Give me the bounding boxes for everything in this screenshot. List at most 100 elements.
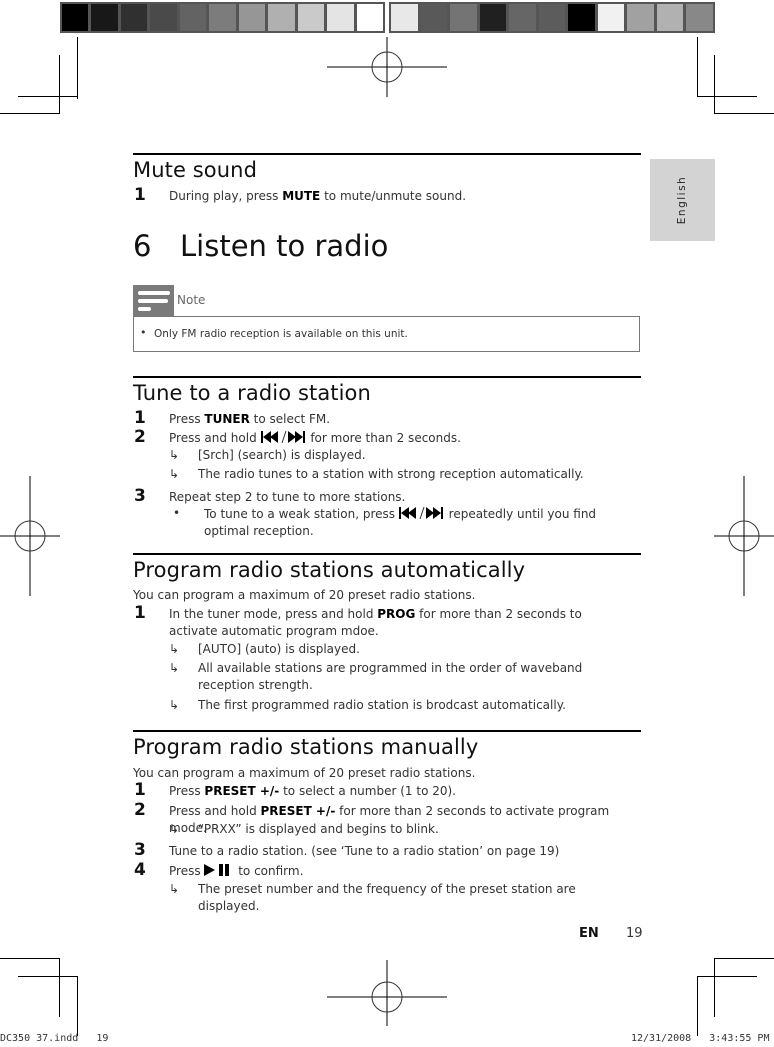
color-swatch [420, 4, 448, 31]
key-preset: PRESET +/- [260, 804, 336, 818]
color-swatch [686, 4, 714, 31]
step-number: 2 [134, 800, 146, 820]
note-label: Note [177, 293, 206, 307]
section-title-manual: Program radio stations manually [133, 735, 479, 759]
step-text: Press and hold for more than 2 seconds. [169, 431, 461, 445]
result-text: “PRXX” is displayed and begins to blink. [198, 822, 439, 836]
bullet: • [140, 326, 147, 339]
step-text: During play, press MUTE to mute/unmute s… [169, 189, 467, 203]
color-swatch [509, 4, 536, 31]
crop-mark [697, 96, 757, 97]
color-swatch [656, 4, 684, 31]
step-text: Press TUNER to select FM. [169, 412, 331, 426]
chapter-number: 6 [133, 229, 152, 263]
key-mute: MUTE [282, 189, 321, 203]
step-text: In the tuner mode, press and hold PROG f… [169, 607, 582, 638]
section-title-tune: Tune to a radio station [133, 381, 371, 405]
step-text: Tune to a radio station. (see ‘Tune to a… [169, 844, 560, 858]
bullet-text: To tune to a weak station, press repeate… [204, 507, 597, 538]
registration-mark-right [714, 476, 774, 596]
registration-mark-bottom [327, 960, 447, 1026]
color-swatch [209, 4, 236, 31]
result-arrow-icon: ↳ [169, 448, 180, 462]
page-number: 19 [626, 926, 643, 941]
result-text: The first programmed radio station is br… [198, 698, 566, 712]
section-title-mute: Mute sound [133, 158, 257, 182]
crop-mark [714, 55, 715, 114]
step-number: 3 [134, 486, 146, 506]
crop-mark [59, 55, 60, 114]
color-swatch [91, 4, 118, 31]
color-swatch [538, 4, 566, 31]
crop-mark [0, 113, 60, 114]
step-number: 3 [134, 840, 146, 860]
language-tab-label: English [676, 175, 688, 225]
slug-filename: DC350 37.indd 19 [0, 1033, 109, 1044]
crop-mark [714, 113, 774, 114]
section-intro: You can program a maximum of 20 preset r… [133, 588, 476, 602]
crop-mark [697, 976, 698, 1036]
result-text: All available stations are programmed in… [198, 661, 583, 692]
color-bar-left [60, 2, 385, 33]
step-text: Repeat step 2 to tune to more stations. [169, 490, 406, 504]
play-pause-icon [204, 864, 230, 876]
color-swatch [268, 4, 295, 31]
language-tab: English [650, 159, 715, 241]
registration-mark-top [327, 37, 447, 97]
color-swatch [568, 4, 595, 31]
result-arrow-icon: ↳ [169, 882, 180, 896]
color-swatch [356, 4, 383, 31]
color-bar-right [389, 2, 715, 33]
crop-mark [714, 958, 774, 959]
key-preset: PRESET +/- [204, 784, 280, 798]
step-text: Press to confirm. [169, 864, 304, 878]
step-number: 1 [134, 185, 146, 205]
section-rule [133, 730, 641, 732]
chapter-heading: 6 Listen to radio [133, 229, 388, 263]
crop-mark [18, 976, 78, 977]
crop-mark [77, 37, 78, 99]
color-swatch [327, 4, 354, 31]
color-swatch [179, 4, 207, 31]
note-box: • Only FM radio reception is available o… [133, 316, 640, 352]
footer-language: EN [579, 926, 599, 941]
color-swatch [627, 4, 654, 31]
crop-mark [77, 976, 78, 1036]
result-arrow-icon: ↳ [169, 822, 180, 836]
section-intro: You can program a maximum of 20 preset r… [133, 766, 476, 780]
crop-mark [0, 958, 60, 959]
step-number: 1 [134, 603, 146, 623]
step-number: 4 [134, 860, 146, 880]
color-swatch [479, 4, 507, 31]
step-text: Press PRESET +/- to select a number (1 t… [169, 784, 456, 798]
note-text: Only FM radio reception is available on … [154, 328, 408, 340]
result-text: The radio tunes to a station with strong… [198, 467, 584, 481]
section-rule [133, 553, 641, 555]
crop-mark [714, 958, 715, 1017]
color-swatch [391, 4, 418, 31]
bullet: • [173, 506, 181, 520]
section-rule [133, 376, 641, 378]
prev-next-icon [398, 507, 443, 519]
step-number: 2 [134, 427, 146, 447]
result-arrow-icon: ↳ [169, 642, 180, 656]
key-prog: PROG [377, 607, 416, 621]
result-arrow-icon: ↳ [169, 661, 180, 675]
result-text: [AUTO] (auto) is displayed. [198, 642, 360, 656]
result-text: The preset number and the frequency of t… [198, 882, 576, 913]
section-title-auto: Program radio stations automatically [133, 558, 526, 582]
color-swatch [238, 4, 266, 31]
color-swatch [62, 4, 89, 31]
result-text: [Srch] (search) is displayed. [198, 448, 366, 462]
color-swatch [597, 4, 625, 31]
crop-mark [59, 958, 60, 1017]
step-number: 1 [134, 408, 146, 428]
section-rule [133, 153, 641, 155]
result-arrow-icon: ↳ [169, 698, 180, 712]
crop-mark [697, 37, 698, 97]
note-icon [133, 285, 174, 316]
registration-mark-left [0, 476, 60, 596]
color-swatch [120, 4, 148, 31]
result-arrow-icon: ↳ [169, 467, 180, 481]
color-swatch [450, 4, 477, 31]
